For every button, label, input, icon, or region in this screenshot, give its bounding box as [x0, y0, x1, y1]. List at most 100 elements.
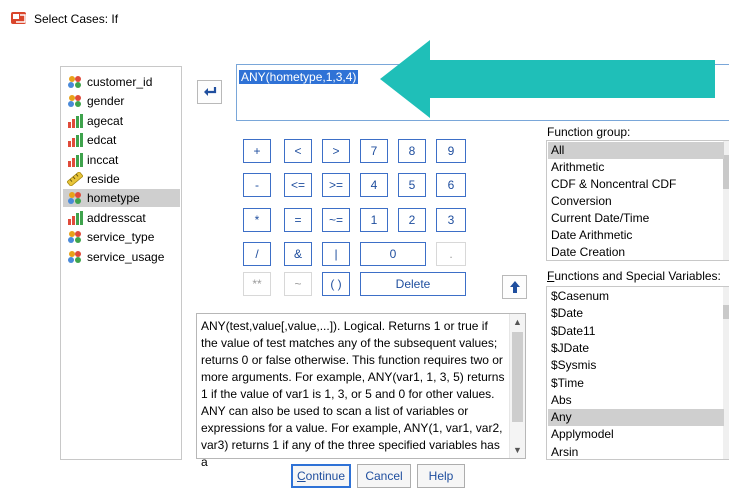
help-button[interactable]: Help: [417, 464, 465, 488]
key-divide-button[interactable]: /: [243, 242, 271, 266]
ordinal-icon: [67, 133, 83, 148]
functions-label: Functions and Special Variables:: [547, 269, 721, 283]
variable-label: gender: [87, 94, 125, 109]
ordinal-icon: [67, 152, 83, 167]
variable-item[interactable]: service_type: [63, 228, 180, 246]
scale-icon: [66, 170, 84, 188]
move-variable-button[interactable]: [197, 80, 222, 104]
function-item[interactable]: $Date11: [548, 323, 724, 340]
continue-button[interactable]: Continue: [291, 464, 351, 488]
key-less-equal-button[interactable]: <=: [284, 173, 312, 197]
function-group-item[interactable]: Conversion: [548, 193, 724, 210]
key-not-equal-button[interactable]: ~=: [322, 208, 350, 232]
key-equals-button[interactable]: =: [284, 208, 312, 232]
function-item[interactable]: $Casenum: [548, 288, 724, 305]
continue-mnemonic: C: [296, 469, 306, 483]
key-7-button[interactable]: 7: [360, 139, 388, 163]
function-group-item[interactable]: Arithmetic: [548, 159, 724, 176]
insert-function-button[interactable]: [502, 275, 527, 299]
function-item[interactable]: $Sysmis: [548, 357, 724, 374]
variable-label: service_type: [87, 230, 155, 245]
key-0-button[interactable]: 0: [360, 242, 426, 266]
variable-item[interactable]: hometype: [63, 189, 180, 208]
functions-label-text: unctions and Special Variables:: [554, 269, 721, 283]
variable-item[interactable]: reside: [63, 170, 180, 188]
nominal-icon: [67, 191, 83, 205]
ordinal-icon: [67, 113, 83, 128]
variable-label: agecat: [87, 113, 124, 128]
key-9-button[interactable]: 9: [436, 139, 466, 163]
variable-label: addresscat: [87, 210, 146, 225]
cancel-button[interactable]: Cancel: [357, 464, 411, 488]
nominal-icon: [67, 94, 83, 108]
variable-label: hometype: [87, 191, 140, 206]
variable-label: reside: [87, 172, 120, 186]
function-item[interactable]: $JDate: [548, 340, 724, 357]
key-and-button[interactable]: &: [284, 242, 312, 266]
nominal-icon: [67, 75, 83, 89]
key-plus-button[interactable]: +: [243, 139, 271, 163]
key-2-button[interactable]: 2: [398, 208, 426, 232]
window-title: Select Cases: If: [34, 12, 119, 26]
spss-app-icon: [11, 11, 27, 25]
variable-label: inccat: [87, 152, 119, 167]
variable-item[interactable]: inccat: [63, 151, 180, 169]
key-less-than-button[interactable]: <: [284, 139, 312, 163]
variable-item[interactable]: customer_id: [63, 73, 180, 91]
variable-item[interactable]: edcat: [63, 131, 180, 149]
description-scrollbar[interactable]: ▲ ▼: [509, 314, 525, 458]
key-minus-button[interactable]: -: [243, 173, 271, 197]
key-5-button[interactable]: 5: [398, 173, 426, 197]
key-not-button[interactable]: ~: [284, 272, 312, 296]
expression-text: ANY(hometype,1,3,4): [239, 70, 359, 84]
key-multiply-button[interactable]: *: [243, 208, 271, 232]
variable-label: service_usage: [87, 249, 165, 264]
function-item[interactable]: $Date: [548, 305, 724, 322]
continue-label: ontinue: [305, 469, 346, 483]
function-item[interactable]: Applymodel: [548, 426, 724, 443]
key-6-button[interactable]: 6: [436, 173, 466, 197]
key-decimal-button[interactable]: .: [436, 242, 466, 266]
key-4-button[interactable]: 4: [360, 173, 388, 197]
key-greater-than-button[interactable]: >: [322, 139, 350, 163]
key-power-button[interactable]: **: [243, 272, 271, 296]
nominal-icon: [67, 230, 83, 244]
variable-label: customer_id: [87, 75, 153, 89]
key-8-button[interactable]: 8: [398, 139, 426, 163]
variable-label: edcat: [87, 133, 117, 148]
scrollbar-thumb[interactable]: [512, 332, 523, 422]
scroll-up-icon[interactable]: ▲: [512, 316, 523, 328]
scroll-down-icon[interactable]: ▼: [512, 444, 523, 456]
function-item[interactable]: $Time: [548, 375, 724, 392]
nominal-icon: [67, 250, 83, 264]
functions-list[interactable]: $Casenum $Date $Date11 $JDate $Sysmis $Time Ab…: [546, 286, 729, 460]
arrow-up-icon: [509, 281, 520, 293]
annotation-arrow-icon: [380, 40, 715, 118]
function-group-item[interactable]: Date Creation: [548, 244, 724, 260]
function-group-list[interactable]: All Arithmetic CDF & Noncentral CDF Convers…: [546, 140, 729, 261]
function-description: ANY(test,value[,value,...]). Logical. Re…: [196, 313, 526, 469]
title-bar: Select Cases: If: [0, 0, 729, 40]
function-item[interactable]: Any: [548, 409, 724, 427]
function-item[interactable]: Arsin: [548, 444, 724, 459]
variable-list[interactable]: customer_idgender agecat edcat inccat reside…: [60, 66, 182, 460]
key-greater-equal-button[interactable]: >=: [322, 173, 350, 197]
function-group-item[interactable]: CDF & Noncentral CDF: [548, 176, 724, 193]
description-text: ANY(test,value[,value,...]). Logical. Re…: [201, 319, 505, 469]
function-group-item[interactable]: Date Arithmetic: [548, 227, 724, 244]
ordinal-icon: [67, 210, 83, 225]
key-1-button[interactable]: 1: [360, 208, 388, 232]
variable-item[interactable]: gender: [63, 92, 180, 110]
function-group-item[interactable]: All: [548, 142, 724, 159]
variable-item[interactable]: service_usage: [63, 248, 180, 266]
variable-item[interactable]: addresscat: [63, 209, 180, 227]
key-or-button[interactable]: |: [322, 242, 350, 266]
function-item[interactable]: Abs: [548, 392, 724, 409]
key-3-button[interactable]: 3: [436, 208, 466, 232]
key-delete-button[interactable]: Delete: [360, 272, 466, 296]
variable-item[interactable]: agecat: [63, 112, 180, 130]
arrow-left-icon: [203, 87, 216, 96]
function-group-label: Function group:: [547, 125, 631, 139]
function-group-item[interactable]: Current Date/Time: [548, 210, 724, 227]
key-parentheses-button[interactable]: ( ): [322, 272, 350, 296]
